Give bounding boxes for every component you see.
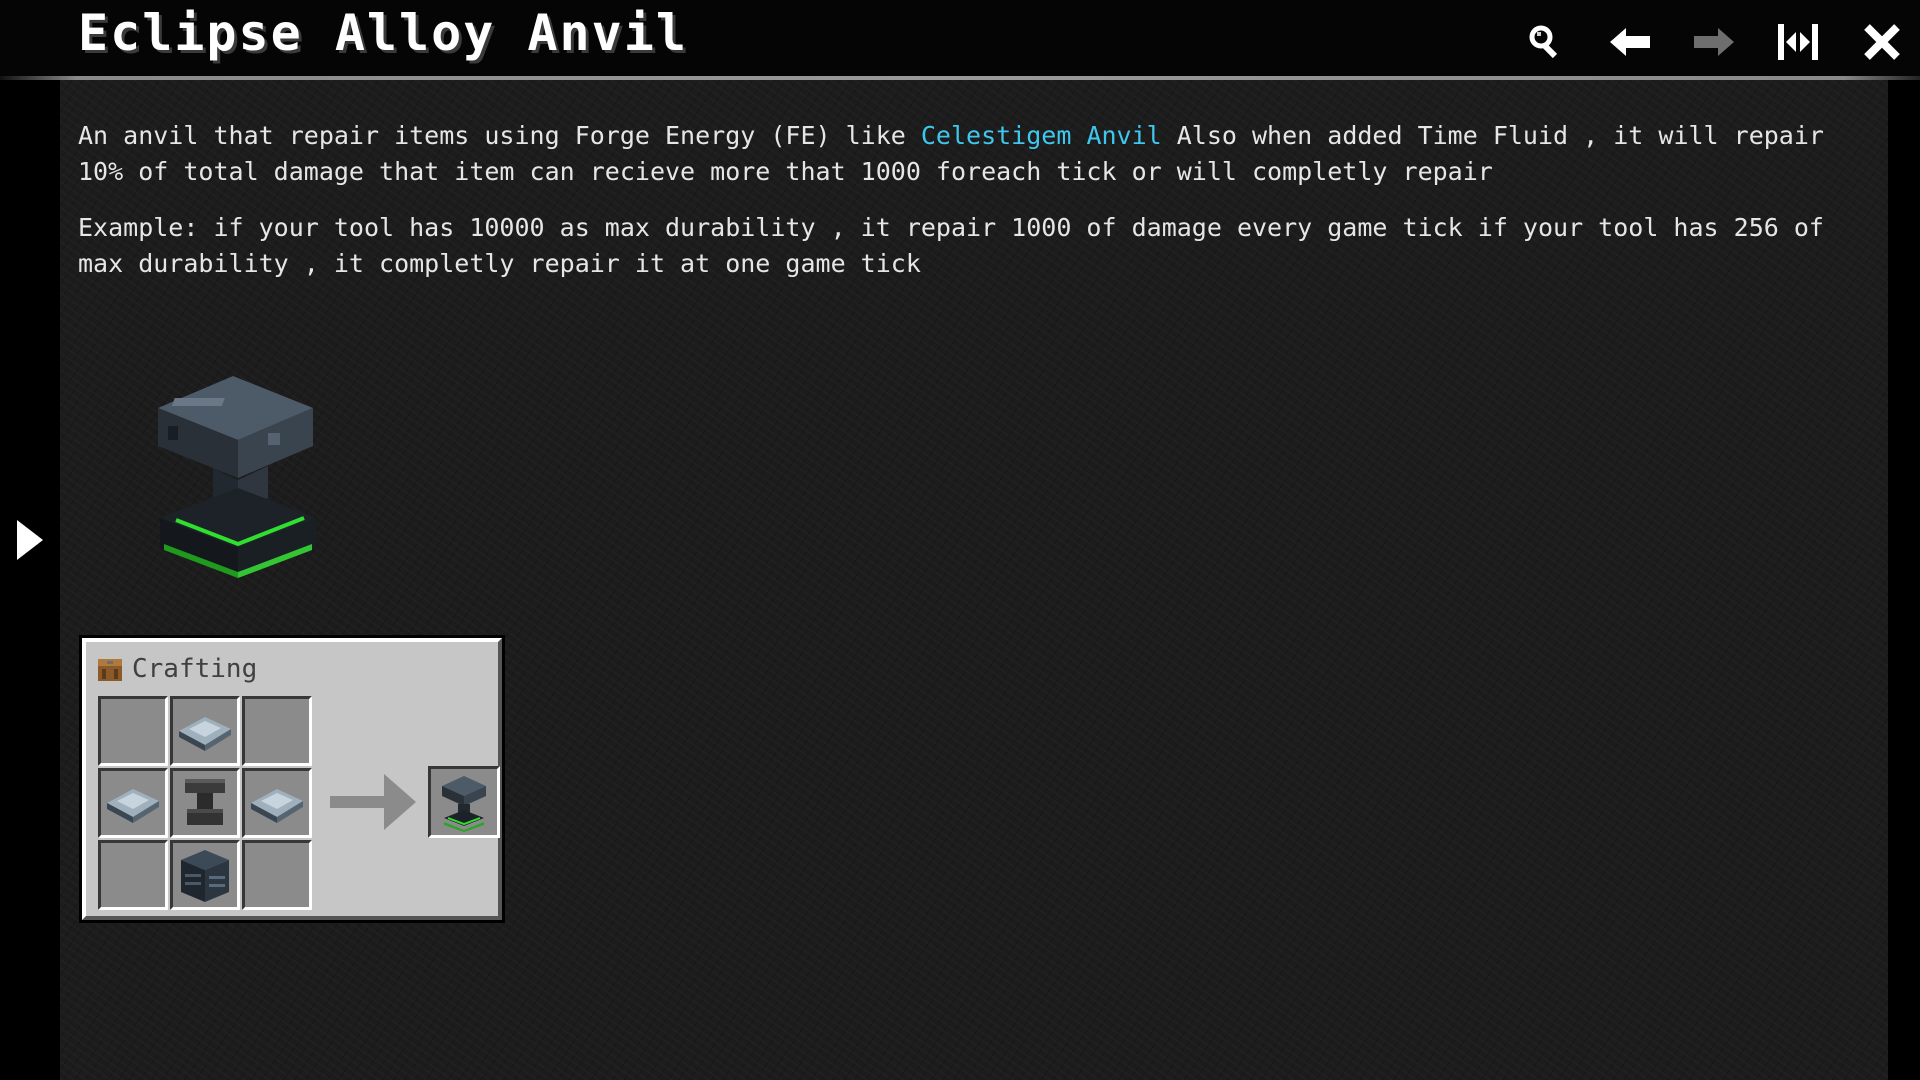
crafting-header: Crafting — [96, 652, 257, 686]
crafting-slot-2[interactable] — [170, 696, 240, 766]
eclipse-alloy-anvil-icon — [158, 376, 316, 578]
guide-window: Eclipse Alloy Anvil An anvil that repair… — [0, 0, 1920, 1080]
crafting-grid — [98, 696, 312, 910]
description-text: An anvil that repair items using Forge E… — [78, 121, 921, 150]
forward-button[interactable] — [1690, 18, 1738, 66]
arrow-right-icon — [330, 774, 416, 830]
eclipse-alloy-ingot-icon — [179, 717, 231, 751]
back-button[interactable] — [1606, 18, 1654, 66]
collapse-icon — [1778, 24, 1818, 60]
arrow-right-icon — [1694, 28, 1734, 56]
eclipse-alloy-block-icon — [181, 850, 229, 902]
anvil-icon — [185, 779, 225, 825]
toolbar — [1522, 18, 1906, 66]
crafting-slot-6[interactable] — [242, 768, 312, 838]
crafting-slot-4[interactable] — [98, 768, 168, 838]
eclipse-alloy-ingot-icon — [107, 789, 159, 823]
triangle-right-icon — [17, 520, 43, 560]
search-button[interactable] — [1522, 18, 1570, 66]
crafting-output-slot[interactable] — [428, 766, 500, 838]
description-paragraph-1: An anvil that repair items using Forge E… — [78, 118, 1868, 190]
anvil-preview[interactable] — [138, 348, 358, 588]
crafting-slot-7[interactable] — [98, 840, 168, 910]
crafting-slot-1[interactable] — [98, 696, 168, 766]
collapse-button[interactable] — [1774, 18, 1822, 66]
crafting-slot-9[interactable] — [242, 840, 312, 910]
sidebar-toggle-button[interactable] — [10, 515, 50, 565]
content-panel: An anvil that repair items using Forge E… — [60, 80, 1888, 1080]
close-button[interactable] — [1858, 18, 1906, 66]
eclipse-alloy-ingot-icon — [251, 789, 303, 823]
crafting-label: Crafting — [132, 654, 258, 684]
close-icon — [1864, 24, 1900, 60]
crafting-slot-8[interactable] — [170, 840, 240, 910]
crafting-recipe-panel: Crafting — [82, 638, 502, 920]
header-bar: Eclipse Alloy Anvil — [0, 0, 1920, 80]
arrow-left-icon — [1610, 28, 1650, 56]
page-title: Eclipse Alloy Anvil — [78, 4, 688, 62]
search-icon — [1529, 25, 1558, 59]
crafting-slot-3[interactable] — [242, 696, 312, 766]
description-paragraph-2: Example: if your tool has 10000 as max d… — [78, 213, 1824, 278]
eclipse-alloy-anvil-icon — [442, 776, 486, 832]
celestigem-anvil-link[interactable]: Celestigem Anvil — [921, 121, 1162, 150]
crafting-table-icon — [98, 659, 122, 681]
crafting-slot-5[interactable] — [170, 768, 240, 838]
